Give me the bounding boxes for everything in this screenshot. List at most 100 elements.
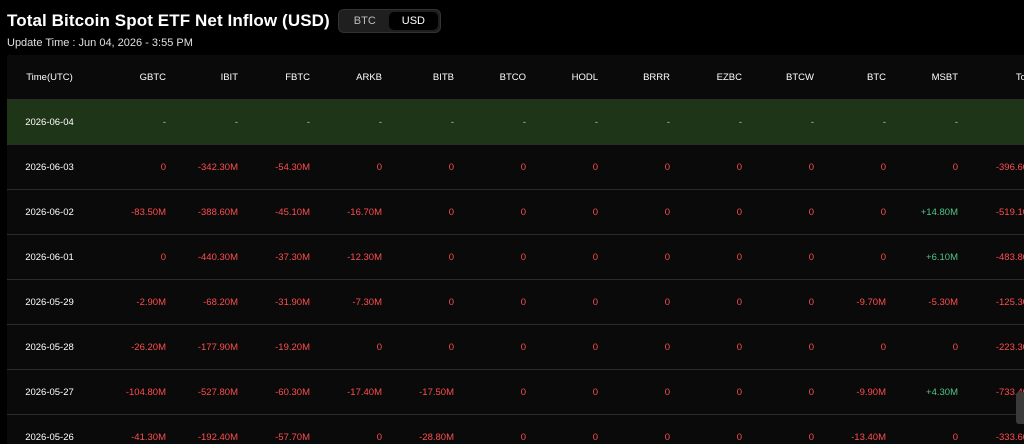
table-cell: 0	[534, 234, 606, 280]
table-cell: 0	[462, 414, 534, 444]
table-cell: 0	[92, 144, 174, 190]
column-header[interactable]: FBTC	[246, 55, 318, 100]
table-cell: -68.20M	[174, 279, 246, 325]
table-header: Time(UTC) GBTC IBIT FBTC ARKB BITB BTCO HODL BRR…	[7, 55, 1024, 100]
table-cell: -60.30M	[246, 369, 318, 415]
table-cell: +4.30M	[894, 369, 966, 415]
table-cell: -396.60M	[966, 144, 1024, 190]
table-body: 2026-06-04------------02026-06-030-342.3…	[7, 99, 1024, 444]
etf-flow-table: Time(UTC) GBTC IBIT FBTC ARKB BITB BTCO HODL BRR…	[7, 55, 1024, 444]
etf-flow-table-container: Time(UTC) GBTC IBIT FBTC ARKB BITB BTCO HODL BRR…	[7, 55, 1024, 444]
table-cell: 0	[390, 144, 462, 190]
table-cell: -37.30M	[246, 234, 318, 280]
header: Total Bitcoin Spot ETF Net Inflow (USD) …	[7, 6, 442, 36]
table-cell: 0	[822, 324, 894, 370]
table-cell: -45.10M	[246, 189, 318, 235]
table-cell: -12.30M	[318, 234, 390, 280]
table-cell: 0	[750, 414, 822, 444]
currency-toggle[interactable]: BTC USD	[337, 9, 442, 33]
scroll-handle[interactable]	[1016, 392, 1024, 424]
table-cell: 0	[678, 369, 750, 415]
toggle-usd[interactable]: USD	[388, 12, 439, 30]
column-header[interactable]: BRRR	[606, 55, 678, 100]
table-cell: 0	[534, 144, 606, 190]
table-cell: -	[92, 99, 174, 145]
column-header[interactable]: Time(UTC)	[7, 55, 92, 100]
table-cell: 0	[462, 279, 534, 325]
table-cell: 0	[750, 279, 822, 325]
column-header[interactable]: BTCO	[462, 55, 534, 100]
table-row: 2026-06-04------------0	[7, 99, 1024, 145]
table-cell: +6.10M	[894, 234, 966, 280]
table-cell: -	[822, 99, 894, 145]
update-time: Update Time : Jun 04, 2026 - 3:55 PM	[7, 37, 193, 49]
table-cell: -342.30M	[174, 144, 246, 190]
table-cell: -9.70M	[822, 279, 894, 325]
table-cell: 0	[822, 189, 894, 235]
table-cell: 0	[390, 189, 462, 235]
table-cell: 0	[678, 414, 750, 444]
table-cell: -388.60M	[174, 189, 246, 235]
table-cell: 0	[606, 144, 678, 190]
column-header[interactable]: MSBT	[894, 55, 966, 100]
table-cell: 0	[462, 144, 534, 190]
table-row: 2026-05-26 -41.30M -192.40M -57.70M 0 -28.80M…	[7, 414, 1024, 444]
column-header[interactable]: BITB	[390, 55, 462, 100]
table-cell: 0	[534, 324, 606, 370]
table-cell: 0	[390, 279, 462, 325]
table-cell: 0	[462, 234, 534, 280]
table-cell: -57.70M	[246, 414, 318, 444]
table-cell: -104.80M	[92, 369, 174, 415]
table-row: 2026-05-27 -104.80M -527.80M -60.30M -17.40M…	[7, 369, 1024, 415]
table-cell: 0	[606, 279, 678, 325]
table-cell: 0	[318, 414, 390, 444]
table-cell: 0	[678, 144, 750, 190]
table-cell: 0	[678, 279, 750, 325]
table-cell: -	[534, 99, 606, 145]
table-cell: -125.30M	[966, 279, 1024, 325]
column-header[interactable]: Total	[966, 55, 1024, 100]
table-cell: 0	[534, 369, 606, 415]
column-header[interactable]: ARKB	[318, 55, 390, 100]
column-header[interactable]: HODL	[534, 55, 606, 100]
row-date: 2026-05-26	[7, 414, 92, 444]
table-row: 2026-06-03 0 -342.30M -54.30M 0 0 0 0 0 0 0 0 0 -396.…	[7, 144, 1024, 190]
table-cell: 0	[462, 189, 534, 235]
table-cell: 0	[606, 189, 678, 235]
table-cell: 0	[318, 324, 390, 370]
table-cell: -26.20M	[92, 324, 174, 370]
table-cell: -17.40M	[318, 369, 390, 415]
column-header[interactable]: BTCW	[750, 55, 822, 100]
table-row: 2026-06-01 0 -440.30M -37.30M -12.30M 0 0 0 0 0 0 0…	[7, 234, 1024, 280]
column-header[interactable]: EZBC	[678, 55, 750, 100]
table-row: 2026-05-28 -26.20M -177.90M -19.20M 0 0 0 0 0 0 0 0…	[7, 324, 1024, 370]
table-cell: 0	[318, 144, 390, 190]
table-cell: -177.90M	[174, 324, 246, 370]
table-cell: -	[606, 99, 678, 145]
table-cell: -	[318, 99, 390, 145]
column-header[interactable]: GBTC	[92, 55, 174, 100]
row-date: 2026-05-28	[7, 324, 92, 370]
table-cell: 0	[894, 144, 966, 190]
table-cell: 0	[678, 324, 750, 370]
table-cell: 0	[606, 369, 678, 415]
column-header[interactable]: IBIT	[174, 55, 246, 100]
table-cell: -31.90M	[246, 279, 318, 325]
table-cell: 0	[822, 234, 894, 280]
row-date: 2026-06-04	[7, 99, 92, 145]
table-cell: 0	[750, 234, 822, 280]
toggle-btc[interactable]: BTC	[341, 12, 389, 30]
table-cell: -483.80M	[966, 234, 1024, 280]
table-cell: -28.80M	[390, 414, 462, 444]
table-cell: 0	[678, 234, 750, 280]
table-row: 2026-06-02 -83.50M -388.60M -45.10M -16.70M 0…	[7, 189, 1024, 235]
table-cell: -527.80M	[174, 369, 246, 415]
table-cell: 0	[534, 279, 606, 325]
table-cell: 0	[894, 414, 966, 444]
table-cell: 0	[390, 324, 462, 370]
table-row: 2026-05-29 -2.90M -68.20M -31.90M -7.30M 0 0 0 0…	[7, 279, 1024, 325]
table-cell: -	[390, 99, 462, 145]
table-cell: -83.50M	[92, 189, 174, 235]
table-cell: -17.50M	[390, 369, 462, 415]
column-header[interactable]: BTC	[822, 55, 894, 100]
